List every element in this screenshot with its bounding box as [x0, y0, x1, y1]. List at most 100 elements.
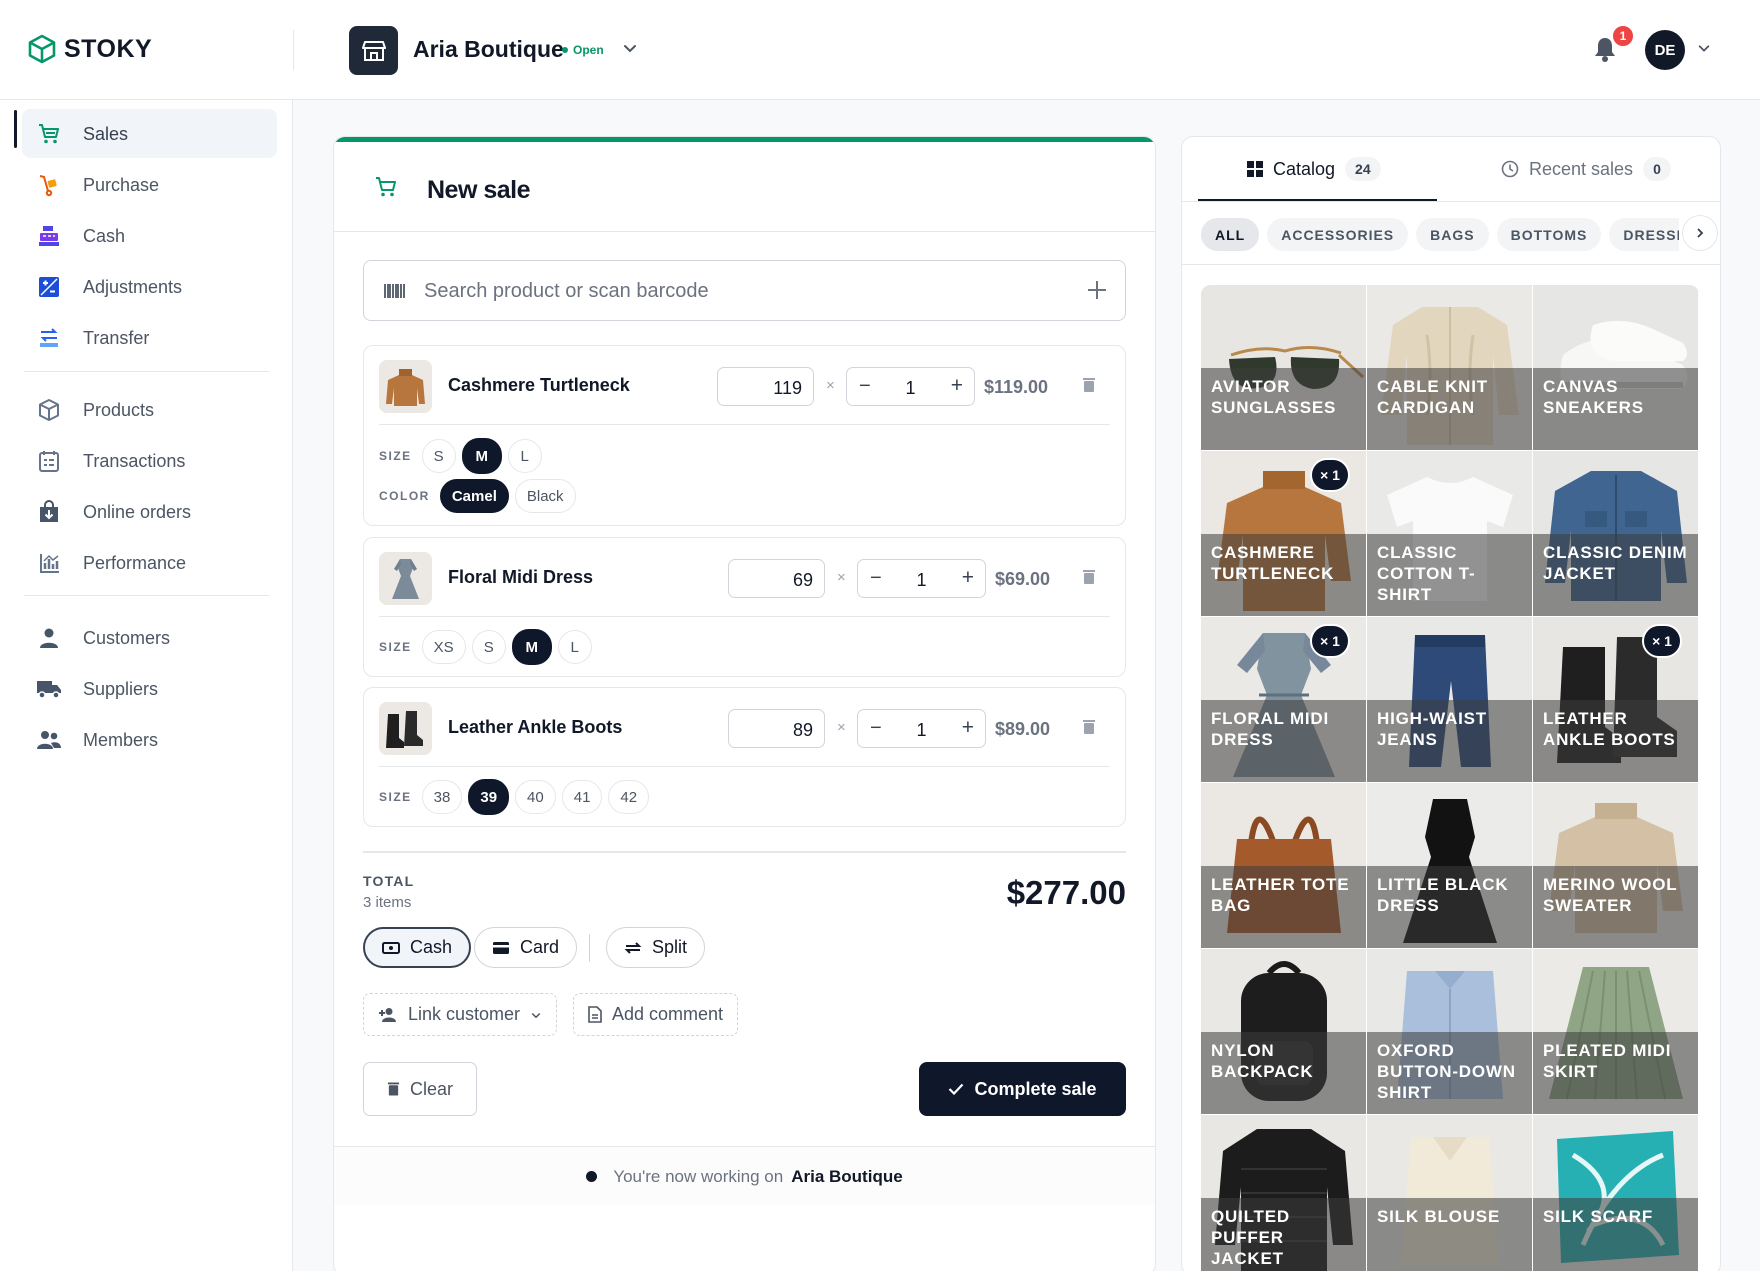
size-option-selected[interactable]: M [511, 629, 552, 665]
size-options: SIZE 38 39 40 41 42 [379, 779, 650, 815]
tab-count-badge: 24 [1345, 157, 1381, 181]
sidebar-item-label: Customers [83, 628, 171, 648]
sidebar-item-label: Sales [83, 124, 129, 144]
cart-item: Leather Ankle Boots 89 × − 1 + $89.00 SI… [363, 687, 1126, 827]
product-tile[interactable]: Canvas Sneakers [1533, 285, 1699, 451]
product-tile[interactable]: Leather Tote Bag [1201, 783, 1367, 949]
sidebar-item-label: Cash [83, 226, 126, 246]
product-tile[interactable]: Cable Knit Cardigan [1367, 285, 1533, 451]
size-option-selected[interactable]: 39 [468, 779, 510, 815]
check-icon [949, 1083, 964, 1095]
tab-recent-sales[interactable]: Recent sales 0 [1501, 137, 1671, 201]
quantity-stepper[interactable]: − 1 + [857, 709, 986, 748]
size-option[interactable]: XS [421, 630, 466, 664]
category-bags[interactable]: BAGS [1416, 218, 1489, 251]
sidebar-item-purchase[interactable]: Purchase [22, 160, 277, 209]
pay-card-button[interactable]: Card [474, 927, 578, 968]
link-customer-label: Link customer [408, 1004, 521, 1024]
app-logo[interactable]: STOKY [28, 34, 152, 64]
product-name: Quilted Puffer Jacket [1211, 1207, 1290, 1268]
store-switcher-button[interactable] [349, 26, 398, 75]
trash-icon[interactable] [1082, 719, 1096, 735]
pay-cash-button[interactable]: Cash [363, 927, 472, 968]
size-option[interactable]: S [471, 630, 506, 664]
barcode-icon [384, 284, 405, 298]
price-input[interactable]: 119 [717, 367, 814, 406]
tab-catalog[interactable]: Catalog 24 [1247, 137, 1381, 201]
size-option[interactable]: 42 [608, 780, 650, 814]
trash-icon[interactable] [1082, 569, 1096, 585]
sidebar-item-adjustments[interactable]: Adjustments [22, 262, 277, 311]
store-name[interactable]: Aria Boutique [413, 36, 564, 63]
product-tile[interactable]: Classic Denim Jacket [1533, 451, 1699, 617]
sidebar: Sales Purchase Cash Adjustments Transfer… [0, 100, 293, 1271]
product-tile[interactable]: Quilted Puffer Jacket [1201, 1115, 1367, 1271]
chevron-down-icon[interactable] [1697, 41, 1711, 55]
add-comment-button[interactable]: Add comment [573, 993, 739, 1036]
size-option[interactable]: 41 [561, 780, 603, 814]
category-accessories[interactable]: ACCESSORIES [1267, 218, 1409, 251]
item-name: Leather Ankle Boots [448, 717, 623, 737]
trash-icon[interactable] [1082, 377, 1096, 393]
user-avatar[interactable]: DE [1645, 30, 1685, 70]
size-options: SIZE XS S M L [379, 629, 592, 665]
product-tile[interactable]: Silk Blouse [1367, 1115, 1533, 1271]
sidebar-item-sales[interactable]: Sales [22, 109, 277, 158]
sidebar-item-customers[interactable]: Customers [22, 613, 277, 662]
quantity-stepper[interactable]: − 1 + [846, 367, 975, 406]
box-icon [36, 397, 62, 423]
plus-icon[interactable] [1086, 279, 1108, 301]
online-bag-icon [36, 499, 62, 525]
total-amount: $277.00 [1006, 874, 1126, 911]
color-option-selected[interactable]: Camel [439, 479, 509, 513]
payment-divider [589, 934, 590, 962]
product-tile[interactable]: Floral Midi Dress × 1 [1201, 617, 1367, 783]
color-option[interactable]: Black [514, 479, 576, 513]
plus-button[interactable]: + [962, 716, 974, 740]
sidebar-item-online-orders[interactable]: Online orders [22, 487, 277, 536]
quantity-stepper[interactable]: − 1 + [857, 559, 986, 598]
product-tile[interactable]: Little Black Dress [1367, 783, 1533, 949]
sidebar-item-performance[interactable]: Performance [22, 538, 277, 587]
size-option-selected[interactable]: M [461, 438, 502, 474]
size-option[interactable]: 38 [421, 780, 463, 814]
sidebar-item-suppliers[interactable]: Suppliers [22, 664, 277, 713]
size-option[interactable]: L [557, 630, 592, 664]
item-name: Cashmere Turtleneck [448, 375, 630, 395]
product-tile[interactable]: Leather Ankle Boots × 1 [1533, 617, 1699, 783]
sidebar-item-transfer[interactable]: Transfer [22, 313, 277, 362]
product-tile[interactable]: Pleated Midi Skirt [1533, 949, 1699, 1115]
pay-split-button[interactable]: Split [606, 927, 706, 968]
plus-button[interactable]: + [951, 374, 963, 398]
size-option[interactable]: 40 [515, 780, 556, 814]
sidebar-item-members[interactable]: Members [22, 715, 277, 764]
product-tile[interactable]: Cashmere Turtleneck × 1 [1201, 451, 1367, 617]
product-tile[interactable]: Nylon Backpack [1201, 949, 1367, 1115]
chevron-down-icon[interactable] [622, 40, 638, 56]
size-option[interactable]: L [507, 439, 542, 473]
price-input[interactable]: 69 [728, 559, 825, 598]
product-tile[interactable]: Merino Wool Sweater [1533, 783, 1699, 949]
category-all[interactable]: ALL [1201, 218, 1260, 251]
product-tile[interactable]: Oxford Button-Down Shirt [1367, 949, 1533, 1115]
size-label: SIZE [379, 449, 412, 463]
sidebar-item-products[interactable]: Products [22, 385, 277, 434]
product-tile[interactable]: Silk Scarf [1533, 1115, 1699, 1271]
complete-sale-button[interactable]: Complete sale [919, 1062, 1126, 1116]
product-tile[interactable]: Classic Cotton T-Shirt [1367, 451, 1533, 617]
size-option[interactable]: S [421, 439, 456, 473]
category-dresses[interactable]: DRESSES [1609, 218, 1679, 251]
category-scroll-right-button[interactable] [1682, 215, 1718, 251]
link-customer-button[interactable]: Link customer [363, 993, 558, 1036]
category-bottoms[interactable]: BOTTOMS [1496, 218, 1602, 251]
sidebar-divider [24, 371, 269, 372]
product-tile[interactable]: Aviator Sunglasses [1201, 285, 1367, 451]
product-search-input[interactable]: Search product or scan barcode [363, 260, 1126, 321]
product-tile[interactable]: High-Waist Jeans [1367, 617, 1533, 783]
clear-button[interactable]: Clear [363, 1062, 477, 1116]
price-input[interactable]: 89 [728, 709, 825, 748]
status-dot-icon [586, 1171, 598, 1182]
plus-button[interactable]: + [962, 566, 974, 590]
sidebar-item-cash[interactable]: Cash [22, 211, 277, 260]
sidebar-item-transactions[interactable]: Transactions [22, 436, 277, 485]
